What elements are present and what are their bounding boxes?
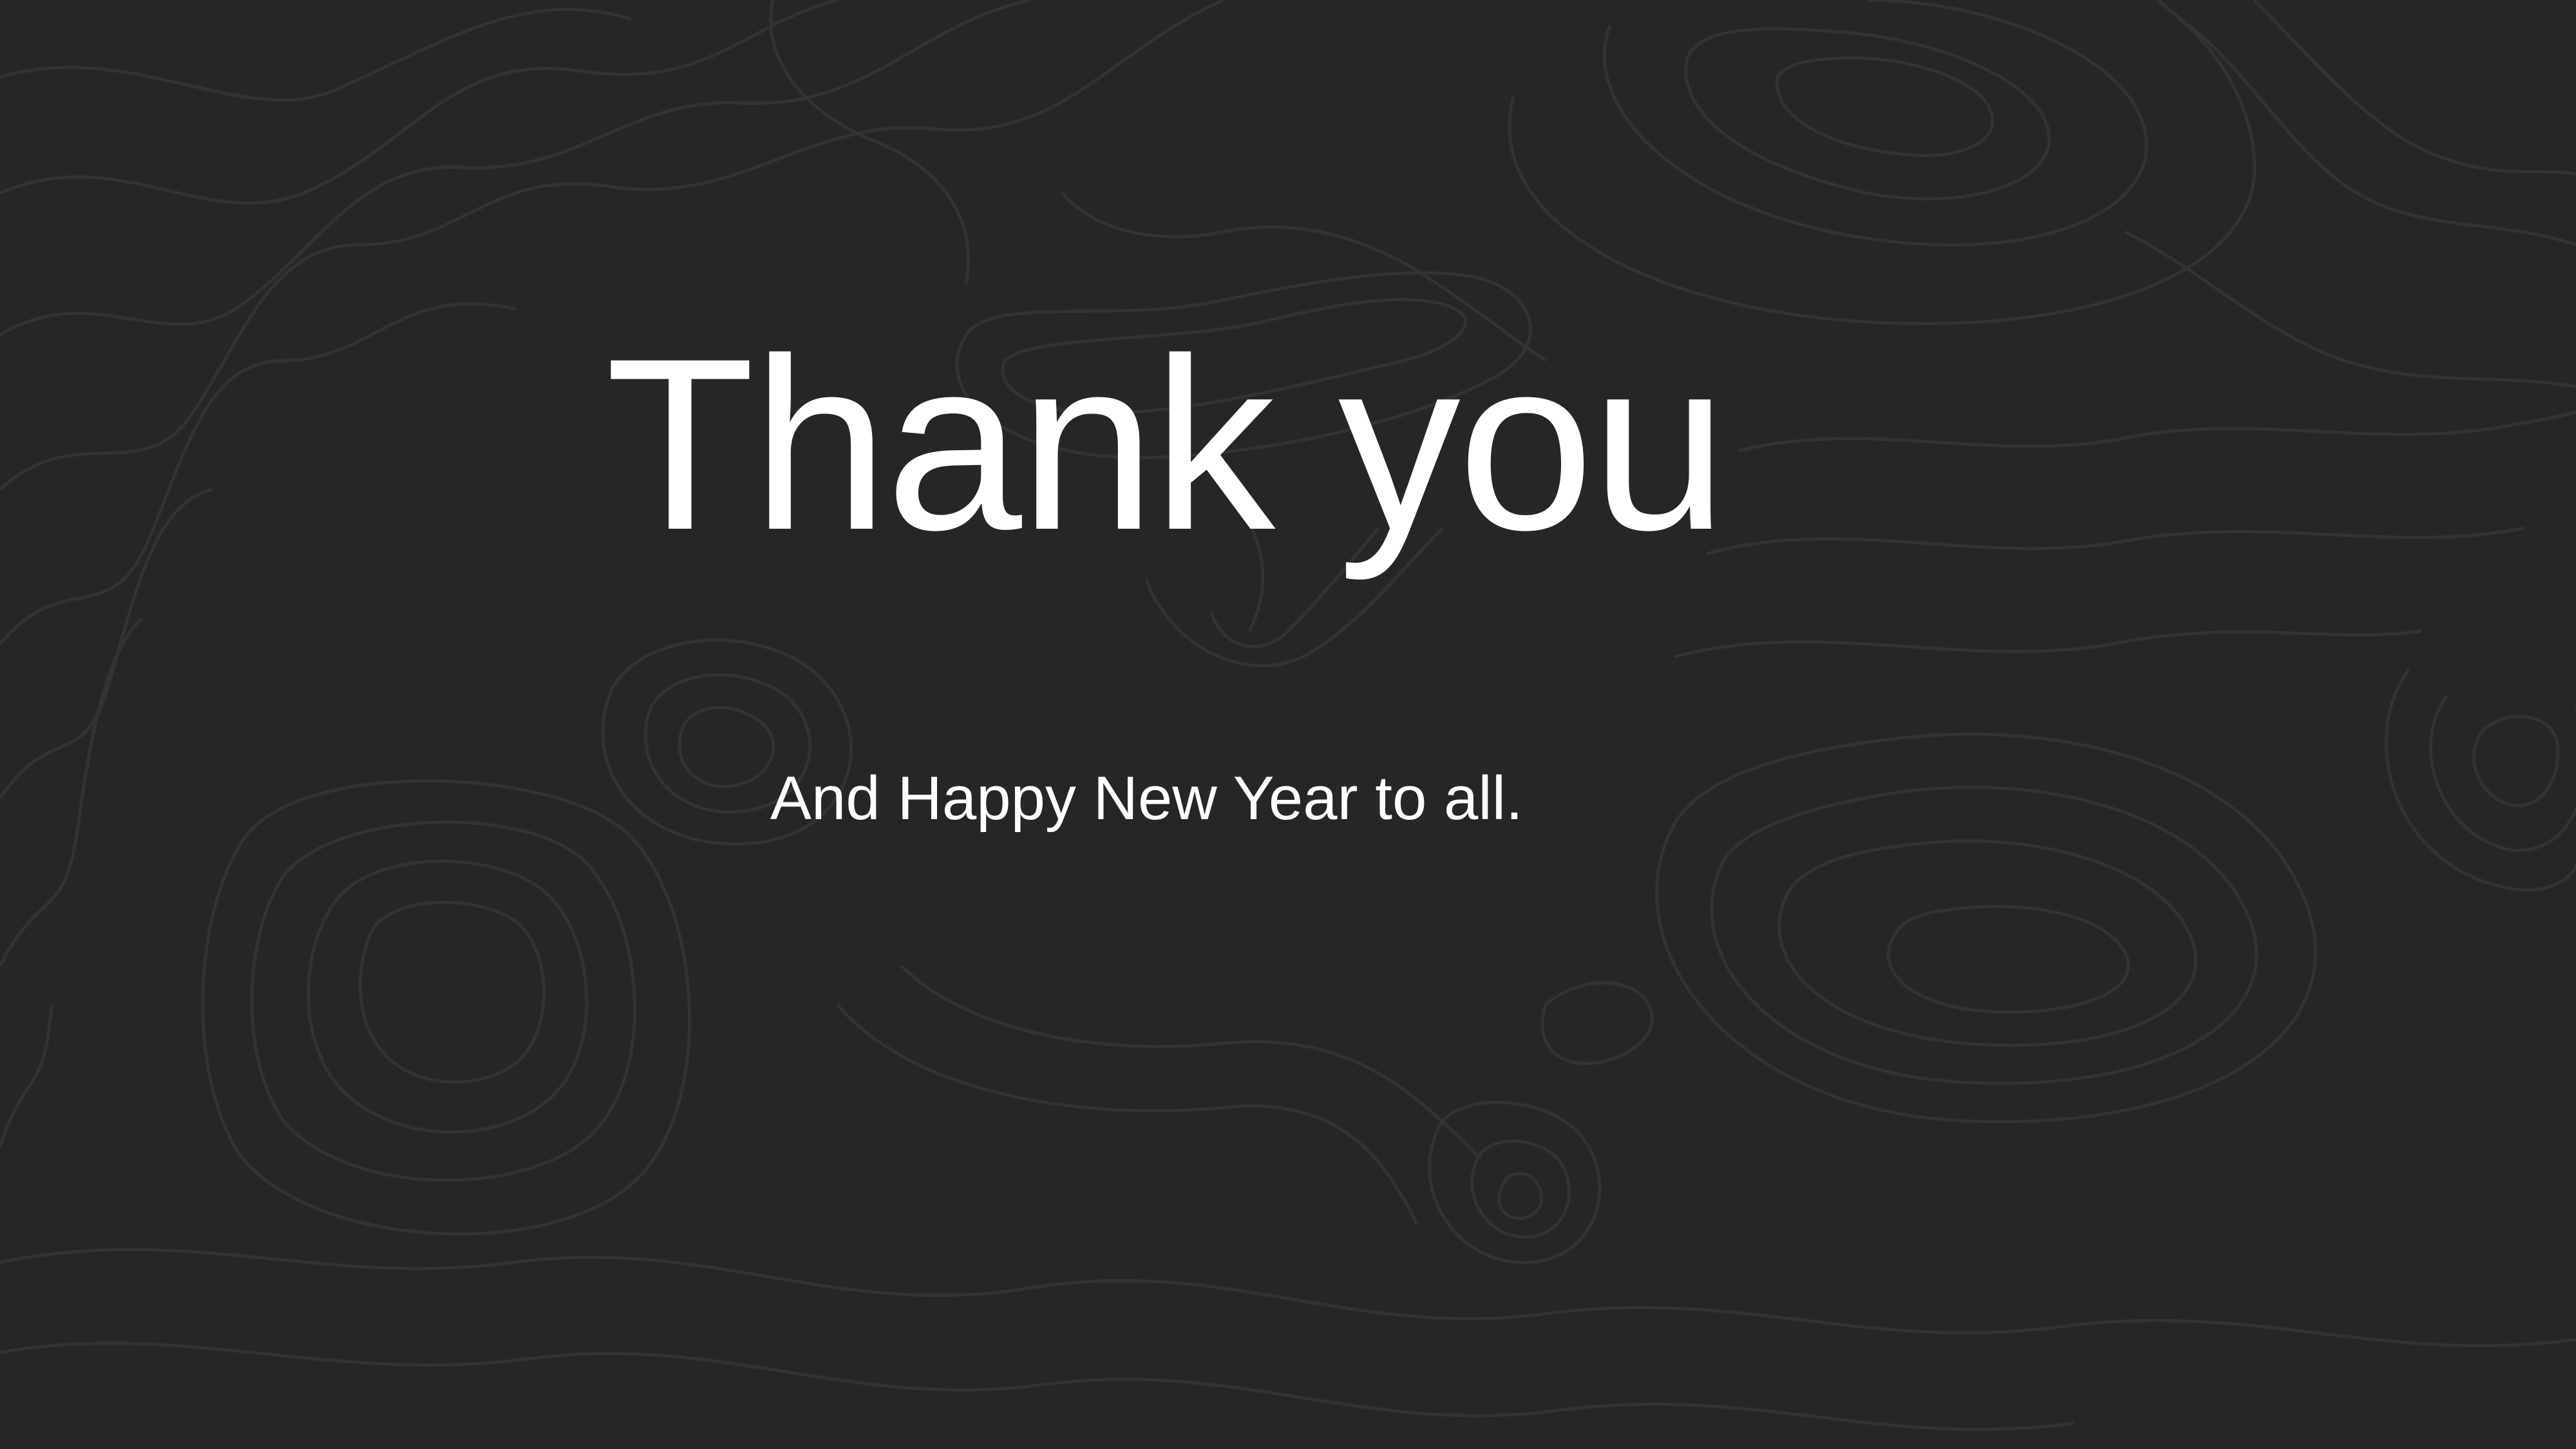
slide: Thank you And Happy New Year to all. <box>0 0 2576 1449</box>
slide-subtitle: And Happy New Year to all. <box>770 764 1523 833</box>
topographic-contour-background <box>0 0 2576 1432</box>
slide-title: Thank you <box>605 307 1727 581</box>
